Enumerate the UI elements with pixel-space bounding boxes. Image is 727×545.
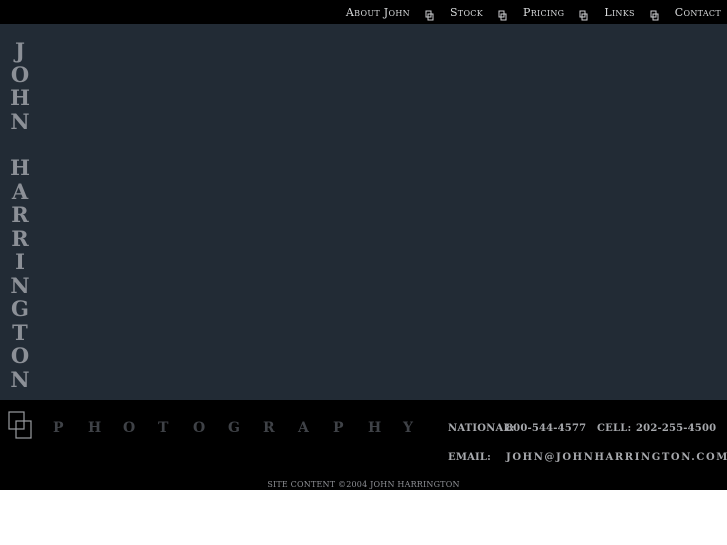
- nav-about-john[interactable]: About John: [346, 6, 410, 19]
- tagline-letter: O: [123, 420, 136, 436]
- overlapping-squares-logo-icon: [8, 411, 34, 445]
- tagline-letter: P: [53, 420, 64, 436]
- overlapping-squares-icon: [496, 7, 510, 21]
- name-letter: A: [11, 178, 29, 204]
- name-letter: J: [15, 38, 25, 63]
- main-content-area: J O H N H A R R I N G T O N: [0, 24, 727, 400]
- name-letter: H: [10, 155, 30, 180]
- footer: P H O T O G R A P H Y NATIONAL: 800-544-…: [0, 400, 727, 490]
- photography-tagline: P H O T O G R A P H Y: [53, 420, 438, 436]
- name-letter: N: [10, 108, 30, 134]
- main-nav: About John Stock Pricing Links Contact: [346, 0, 721, 24]
- national-label: NATIONAL:: [448, 423, 515, 434]
- top-navigation-bar: About John Stock Pricing Links Contact: [0, 0, 727, 24]
- name-letter: R: [11, 202, 29, 227]
- vertical-site-name: J O H N H A R R I N G T O N: [8, 39, 32, 391]
- overlapping-squares-icon: [648, 7, 662, 21]
- email-link[interactable]: JOHN@JOHNHARRINGTON.COM: [506, 452, 727, 463]
- tagline-letter: Y: [403, 420, 413, 436]
- email-label: EMAIL:: [448, 452, 492, 463]
- tagline-letter: P: [333, 420, 344, 436]
- cell-phone[interactable]: 202-255-4500: [636, 423, 716, 434]
- nav-stock[interactable]: Stock: [450, 6, 483, 19]
- tagline-letter: A: [298, 420, 309, 436]
- name-letter: I: [15, 249, 25, 274]
- name-letter: N: [10, 272, 30, 298]
- cell-label: CELL:: [597, 423, 632, 434]
- nav-links[interactable]: Links: [604, 6, 634, 19]
- name-letter: T: [12, 319, 28, 345]
- national-phone[interactable]: 800-544-4577: [506, 423, 586, 434]
- nav-contact[interactable]: Contact: [675, 6, 721, 19]
- overlapping-squares-icon: [423, 7, 437, 21]
- name-letter: H: [10, 85, 30, 110]
- tagline-letter: H: [88, 420, 102, 436]
- copyright-notice: SITE CONTENT ©2004 JOHN HARRINGTON: [267, 480, 460, 489]
- tagline-letter: O: [193, 420, 206, 436]
- name-letter: N: [10, 366, 30, 392]
- name-letter: O: [10, 61, 30, 87]
- name-letter: G: [11, 296, 29, 321]
- tagline-letter: T: [158, 420, 169, 436]
- name-letter: O: [10, 343, 30, 368]
- tagline-letter: H: [368, 420, 382, 436]
- name-letter: R: [11, 225, 29, 251]
- nav-pricing[interactable]: Pricing: [523, 6, 564, 19]
- overlapping-squares-icon: [577, 7, 591, 21]
- tagline-letter: G: [228, 420, 240, 436]
- tagline-letter: R: [263, 420, 275, 436]
